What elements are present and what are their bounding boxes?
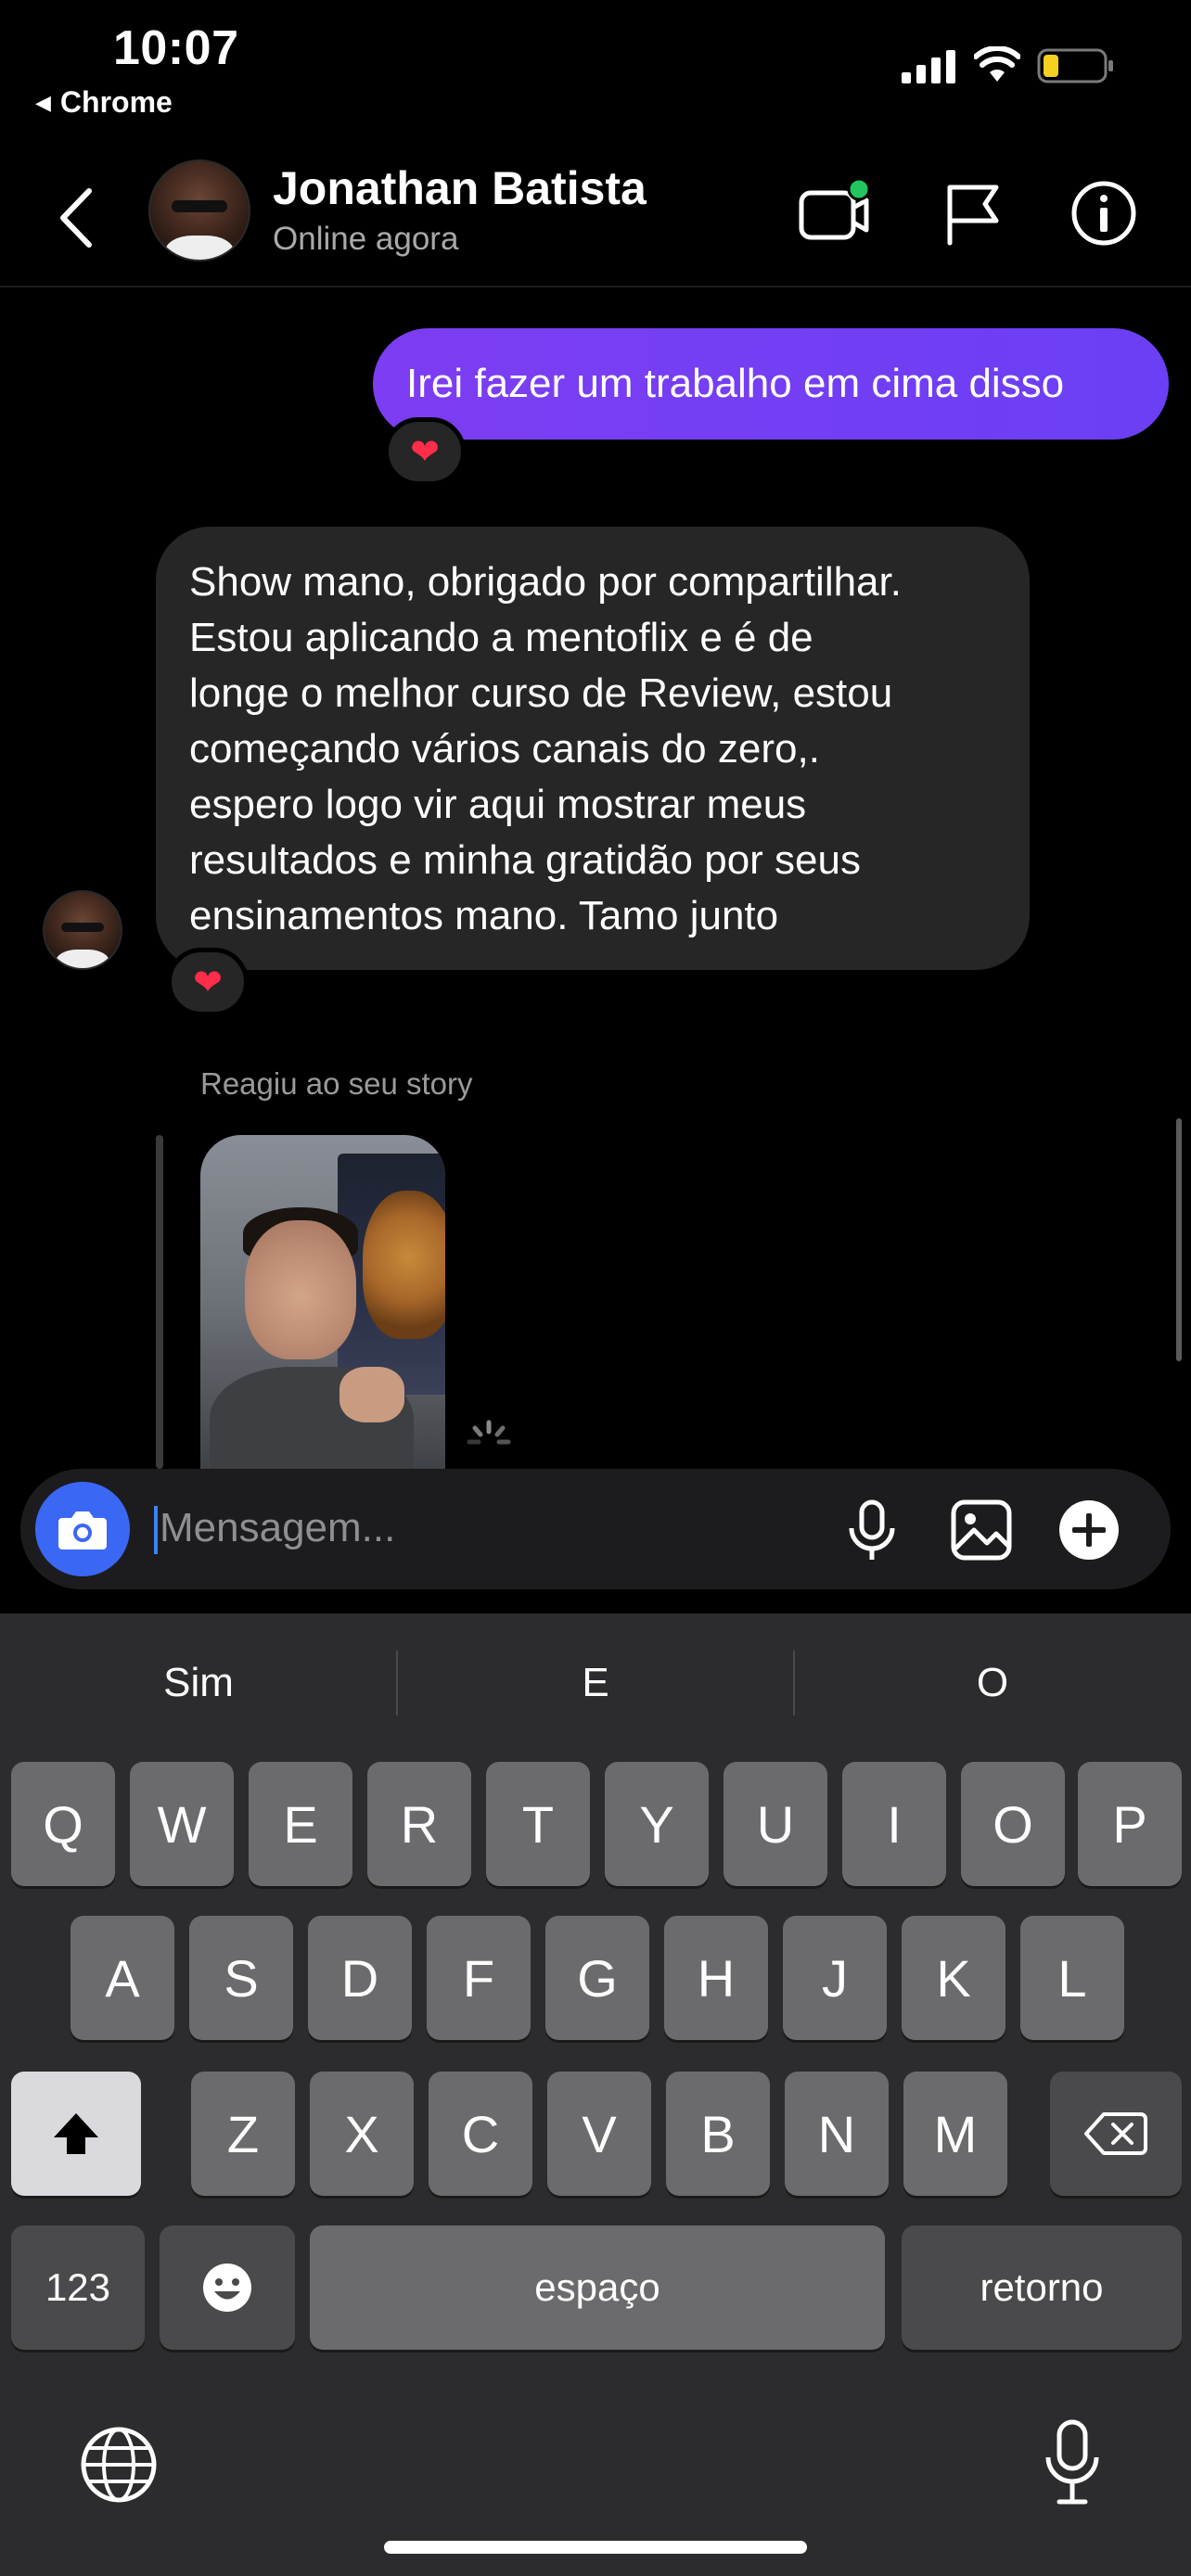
key[interactable]: N [785,2072,889,2196]
chat-header: Jonathan Batista Online agora [0,148,1191,287]
space-key[interactable]: espaço [310,2225,885,2350]
loading-spinner-icon [467,1420,511,1445]
info-icon[interactable] [1067,176,1141,250]
key[interactable]: R [367,1762,471,1886]
shift-arrow-icon [54,2113,98,2154]
home-indicator[interactable] [384,2541,807,2554]
story-reply-bar [156,1135,163,1469]
gallery-icon[interactable] [948,1497,1015,1563]
battery-icon [1037,48,1113,83]
message-line: espero logo vir aqui mostrar meus [189,782,807,827]
back-app-label: Chrome [59,85,173,119]
globe-icon[interactable] [78,2424,160,2506]
key[interactable]: P [1078,1762,1182,1886]
back-to-app-link[interactable]: ◀ Chrome [35,85,173,120]
message-line: começando vários canais do zero,. [189,726,820,772]
key[interactable]: U [724,1762,827,1886]
key[interactable]: G [545,1916,649,2040]
incoming-message[interactable]: Show mano, obrigado por compartilhar. Es… [156,527,1030,970]
heart-reaction-icon[interactable]: ❤ [384,417,466,486]
flag-icon[interactable] [937,176,1011,250]
key[interactable]: K [902,1916,1005,2040]
message-line: Estou aplicando a mentoflix e é de [189,615,813,660]
text-caret [154,1506,158,1554]
status-time: 10:07 [113,21,239,75]
sender-avatar[interactable] [43,890,122,970]
contact-name[interactable]: Jonathan Batista [273,161,647,215]
numbers-key[interactable]: 123 [11,2225,145,2350]
microphone-icon[interactable] [839,1497,905,1563]
key[interactable]: B [666,2072,770,2196]
emoji-icon [203,2264,251,2312]
story-thumbnail[interactable] [200,1135,445,1469]
key[interactable]: C [429,2072,532,2196]
back-triangle-icon: ◀ [35,90,51,114]
message-line: longe o melhor curso de Review, estou [189,670,893,716]
key[interactable]: T [486,1762,590,1886]
back-chevron-icon[interactable] [54,185,100,250]
message-line: resultados e minha gratidão por seus [189,837,861,883]
key[interactable]: O [961,1762,1065,1886]
key[interactable]: A [70,1916,174,2040]
message-composer [20,1469,1171,1589]
key[interactable]: M [903,2072,1007,2196]
backspace-icon [1084,2112,1147,2155]
suggestion-3[interactable]: O [794,1613,1191,1753]
key[interactable]: Y [605,1762,709,1886]
suggestion-1[interactable]: Sim [0,1613,397,1753]
key[interactable]: S [189,1916,293,2040]
wifi-icon [974,46,1020,82]
scroll-indicator[interactable] [1176,1118,1182,1361]
key[interactable]: F [427,1916,531,2040]
camera-button[interactable] [35,1482,130,1576]
key[interactable]: L [1020,1916,1124,2040]
keyboard: Sim E O Q W E R T Y U I O P A S D F G H … [0,1613,1191,2576]
key[interactable]: D [308,1916,412,2040]
cellular-signal-icon [902,50,955,83]
message-input[interactable] [160,1495,809,1562]
key[interactable]: W [130,1762,234,1886]
shift-key[interactable] [11,2072,141,2196]
key[interactable]: Z [191,2072,295,2196]
contact-status: Online agora [273,221,459,257]
contact-avatar[interactable] [148,159,250,261]
heart-reaction-icon[interactable]: ❤ [167,948,249,1016]
add-circle-icon[interactable] [1056,1497,1122,1563]
backspace-key[interactable] [1050,2072,1182,2196]
key[interactable]: I [842,1762,946,1886]
return-key[interactable]: retorno [902,2225,1182,2350]
story-reaction-label: Reagiu ao seu story [200,1066,473,1101]
key[interactable]: X [310,2072,414,2196]
key[interactable]: J [783,1916,887,2040]
camera-icon [58,1511,107,1549]
key[interactable]: H [664,1916,768,2040]
message-line: ensinamentos mano. Tamo junto [189,893,779,938]
outgoing-message[interactable]: Irei fazer um trabalho em cima disso [373,328,1169,440]
emoji-key[interactable] [160,2225,295,2350]
suggestion-2[interactable]: E [397,1613,794,1753]
key[interactable]: E [249,1762,352,1886]
key[interactable]: Q [11,1762,115,1886]
video-call-icon[interactable] [796,176,870,250]
key[interactable]: V [547,2072,651,2196]
message-line: Show mano, obrigado por compartilhar. [189,559,902,605]
dictation-mic-icon[interactable] [1043,2417,1102,2509]
